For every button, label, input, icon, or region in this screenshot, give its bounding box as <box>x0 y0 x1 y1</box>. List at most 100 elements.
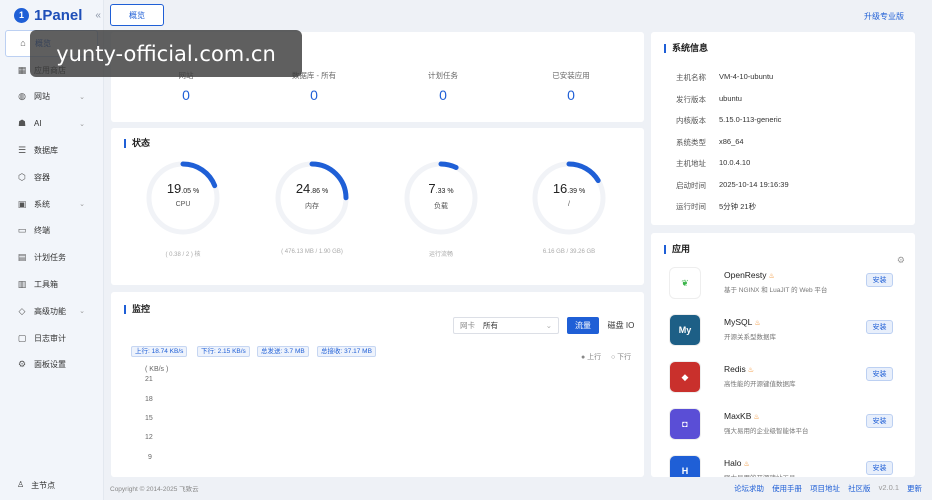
system-info-value: 2025-10-14 19:16:39 <box>719 179 789 189</box>
log-icon: ▢ <box>17 332 27 343</box>
chevron-down-icon: ⌄ <box>79 120 85 128</box>
legend-upload[interactable]: ● 上行 <box>581 352 601 362</box>
settings-icon: ⚙ <box>17 359 27 370</box>
edition-link[interactable]: 社区版 <box>848 483 871 494</box>
sidebar-item[interactable]: ▤ 计划任务 <box>0 244 103 271</box>
version-label: v2.0.1 <box>878 483 899 492</box>
install-button[interactable]: 安装 <box>866 367 893 381</box>
system-info-row: 发行版本 ubuntu <box>676 94 742 105</box>
upload-rate-tag: 上行: 18.74 KB/s <box>131 346 188 357</box>
chevron-down-icon: ⌄ <box>79 201 85 209</box>
sidebar-item-label: 数据库 <box>34 146 58 156</box>
node-label: 主节点 <box>31 481 56 490</box>
system-info-value: 5.15.0-113-generic <box>719 115 782 124</box>
robot-icon: ☗ <box>17 118 27 129</box>
overview-installed-apps[interactable]: 已安装应用 0 <box>521 70 621 103</box>
sidebar-item-label: 网站 <box>34 92 50 102</box>
system-info-value: 5分钟 21秒 <box>719 202 757 211</box>
cron-icon: ▤ <box>17 252 27 263</box>
database-icon: ☰ <box>17 145 27 156</box>
sidebar-item[interactable]: ▥ 工具箱 <box>0 271 103 298</box>
sidebar-item[interactable]: ◇ 高级功能 ⌄ <box>0 298 103 325</box>
gauge-ring <box>532 161 606 235</box>
y-tick: 9 <box>148 454 152 461</box>
y-tick: 12 <box>145 434 153 441</box>
sidebar-item-label: 面板设置 <box>34 360 66 370</box>
y-axis-unit: ( KB/s ) <box>145 366 169 373</box>
system-info-title: 系统信息 <box>664 44 708 53</box>
overview-label: 已安装应用 <box>552 71 590 80</box>
toolbox-icon: ▥ <box>17 279 27 290</box>
overview-cron[interactable]: 计划任务 0 <box>393 70 493 103</box>
sidebar-item-label: AI <box>34 119 42 129</box>
app-item[interactable]: ❦ OpenResty ♨ 基于 NGINX 和 LuaJIT 的 Web 平台 安装 <box>664 263 899 303</box>
gauge-label: CPU <box>175 201 191 208</box>
sidebar-item[interactable]: ▭ 终端 <box>0 218 103 245</box>
gauge-detail: ( 476.13 MB / 1.90 GB) <box>281 249 343 255</box>
project-link[interactable]: 项目地址 <box>810 483 840 494</box>
app-item[interactable]: ◆ Redis ♨ 高性能的开源键值数据库 安装 <box>664 357 899 397</box>
install-button[interactable]: 安装 <box>866 273 893 287</box>
sidebar-item[interactable]: ◍ 网站 ⌄ <box>0 84 103 111</box>
app-description: 强大易用的开源建站工具 <box>724 472 796 477</box>
app-item[interactable]: H Halo♨ 强大易用的开源建站工具 安装 <box>664 451 899 477</box>
app-logo-icon: ◆ <box>669 361 701 393</box>
app-item[interactable]: ◘ MaxKB ♨ 强大易用的企业级智能体平台 安装 <box>664 404 899 444</box>
app-name: MaxKB ♨ <box>724 411 760 421</box>
gauge-ring <box>404 161 478 235</box>
system-info-key: 发行版本 <box>676 94 706 104</box>
app-name: MySQL ♨ <box>724 317 761 327</box>
nic-select[interactable]: 网卡 所有 ⌄ <box>453 317 559 334</box>
chevron-down-icon: ⌄ <box>79 93 85 101</box>
gauge-value: 19.05 % <box>166 181 200 196</box>
gauge-detail: ( 0.38 / 2 ) 核 <box>165 252 201 258</box>
tab-disk-io[interactable]: 磁盘 IO <box>603 317 639 334</box>
node-switcher[interactable]: ♙ 主节点 <box>17 480 55 491</box>
upgrade-pro-link[interactable]: 升级专业版 <box>864 11 904 22</box>
system-info-key: 启动时间 <box>676 180 706 190</box>
sidebar-item[interactable]: ☰ 数据库 <box>0 137 103 164</box>
sidebar-item-label: 日志审计 <box>34 333 66 343</box>
sidebar-item[interactable]: ▢ 日志审计 <box>0 325 103 352</box>
forum-link[interactable]: 论坛求助 <box>734 483 764 494</box>
user-icon: ♙ <box>17 480 25 489</box>
app-logo-icon: My <box>669 314 701 346</box>
system-info-row: 运行时间 5分钟 21秒 <box>676 201 756 212</box>
legend-download[interactable]: ○ 下行 <box>611 352 631 362</box>
top-bar: 概览 升级专业版 <box>104 0 932 30</box>
diamond-icon: ◇ <box>18 305 26 316</box>
sidebar-item[interactable]: ⬡ 容器 <box>0 164 103 191</box>
hot-icon: ♨ <box>743 461 750 468</box>
app-item[interactable]: My MySQL ♨ 开源关系型数据库 安装 <box>664 310 899 350</box>
y-tick: 21 <box>145 376 153 383</box>
overview-value: 0 <box>310 87 318 103</box>
gauge: 24.86 % 内存 <box>272 158 352 238</box>
system-info-value: 10.0.4.10 <box>719 158 751 167</box>
status-card: 状态 19.05 % CPU ( 0.38 / 2 ) 核 24.86 % 内存 ( 47… <box>111 128 644 285</box>
sidebar-item-label: 高级功能 <box>34 306 66 316</box>
hot-icon: ♨ <box>754 320 761 327</box>
tab-traffic[interactable]: 流量 <box>567 317 599 334</box>
sidebar-item-label: 计划任务 <box>34 253 66 263</box>
hot-icon: ♨ <box>747 367 755 374</box>
install-button[interactable]: 安装 <box>866 320 893 334</box>
sidebar-item[interactable]: ⚙ 面板设置 <box>0 352 103 379</box>
collapse-sidebar-icon[interactable]: « <box>95 10 101 21</box>
app-logo-icon: H <box>669 455 701 477</box>
tab-overview[interactable]: 概览 <box>110 4 164 26</box>
app-name: Halo ♨ <box>724 458 750 468</box>
logo[interactable]: 1 1Panel « <box>0 0 103 30</box>
manual-link[interactable]: 使用手册 <box>772 483 802 494</box>
sidebar-item[interactable]: ▣ 系统 ⌄ <box>0 191 103 218</box>
system-info-row: 启动时间 2025-10-14 19:16:39 <box>676 180 789 191</box>
install-button[interactable]: 安装 <box>866 414 893 428</box>
nic-value: 所有 <box>483 321 498 330</box>
install-button[interactable]: 安装 <box>866 461 893 475</box>
footer-links: 论坛求助 使用手册 项目地址 社区版 v2.0.1 更新 <box>734 483 922 494</box>
y-tick: 15 <box>145 415 153 422</box>
update-link[interactable]: 更新 <box>907 483 922 494</box>
total-sent-tag: 总发送: 3.7 MB <box>257 346 309 357</box>
sidebar-item[interactable]: ☗ AI ⌄ <box>0 110 103 137</box>
container-icon: ⬡ <box>18 171 26 182</box>
globe-icon: ◍ <box>18 91 26 102</box>
